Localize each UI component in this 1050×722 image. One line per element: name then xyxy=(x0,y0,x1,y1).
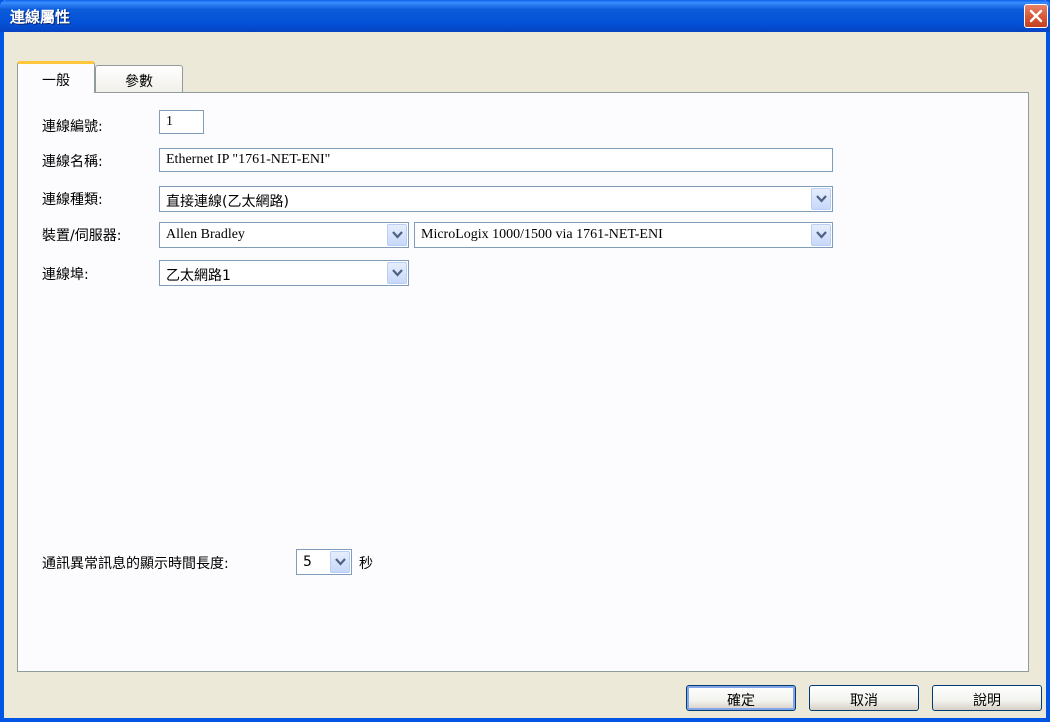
connection-port-value: 乙太網路1 xyxy=(166,268,231,284)
chevron-down-icon xyxy=(816,195,827,203)
error-display-duration-value: 5 xyxy=(303,554,312,570)
connection-name-label: 連線名稱: xyxy=(42,154,103,170)
connection-number-input[interactable]: 1 xyxy=(159,110,204,134)
connection-number-label: 連線編號: xyxy=(42,119,103,135)
tab-parameters[interactable]: 參數 xyxy=(95,65,183,93)
connection-port-label: 連線埠: xyxy=(42,267,89,283)
chevron-down-icon xyxy=(392,231,403,239)
device-model-dropdown-button[interactable] xyxy=(811,224,831,246)
window-title: 連線屬性 xyxy=(10,8,71,26)
error-display-duration-label: 通訊異常訊息的顯示時間長度: xyxy=(42,556,229,572)
chevron-down-icon xyxy=(816,231,827,239)
connection-type-value: 直接連線(乙太網路) xyxy=(166,194,289,210)
connection-name-input[interactable]: Ethernet IP "1761-NET-ENI" xyxy=(159,148,833,172)
connection-type-label: 連線種類: xyxy=(42,192,103,208)
error-display-unit: 秒 xyxy=(359,556,373,572)
connection-type-dropdown-button[interactable] xyxy=(811,188,831,210)
ok-button[interactable]: 確定 xyxy=(686,685,796,711)
connection-type-select[interactable]: 直接連線(乙太網路) xyxy=(159,186,833,212)
connection-port-dropdown-button[interactable] xyxy=(387,262,407,284)
device-vendor-value: Allen Bradley xyxy=(166,227,245,242)
device-model-value: MicroLogix 1000/1500 via 1761-NET-ENI xyxy=(421,227,663,242)
title-bar[interactable]: 連線屬性 xyxy=(0,0,1050,32)
cancel-button[interactable]: 取消 xyxy=(809,685,919,711)
close-icon xyxy=(1029,9,1043,23)
error-display-duration-dropdown-button[interactable] xyxy=(330,551,350,573)
connection-port-select[interactable]: 乙太網路1 xyxy=(159,260,409,286)
help-button[interactable]: 說明 xyxy=(932,685,1042,711)
chevron-down-icon xyxy=(335,558,346,566)
tab-panel: 連線編號: 1 連線名稱: Ethernet IP "1761-NET-ENI"… xyxy=(17,92,1029,672)
tab-general[interactable]: 一般 xyxy=(17,61,95,93)
error-display-duration-select[interactable]: 5 xyxy=(296,549,352,575)
device-server-label: 裝置/伺服器: xyxy=(42,228,122,244)
device-model-select[interactable]: MicroLogix 1000/1500 via 1761-NET-ENI xyxy=(414,222,833,248)
chevron-down-icon xyxy=(392,269,403,277)
close-button[interactable] xyxy=(1024,4,1048,28)
device-vendor-dropdown-button[interactable] xyxy=(387,224,407,246)
device-vendor-select[interactable]: Allen Bradley xyxy=(159,222,409,248)
